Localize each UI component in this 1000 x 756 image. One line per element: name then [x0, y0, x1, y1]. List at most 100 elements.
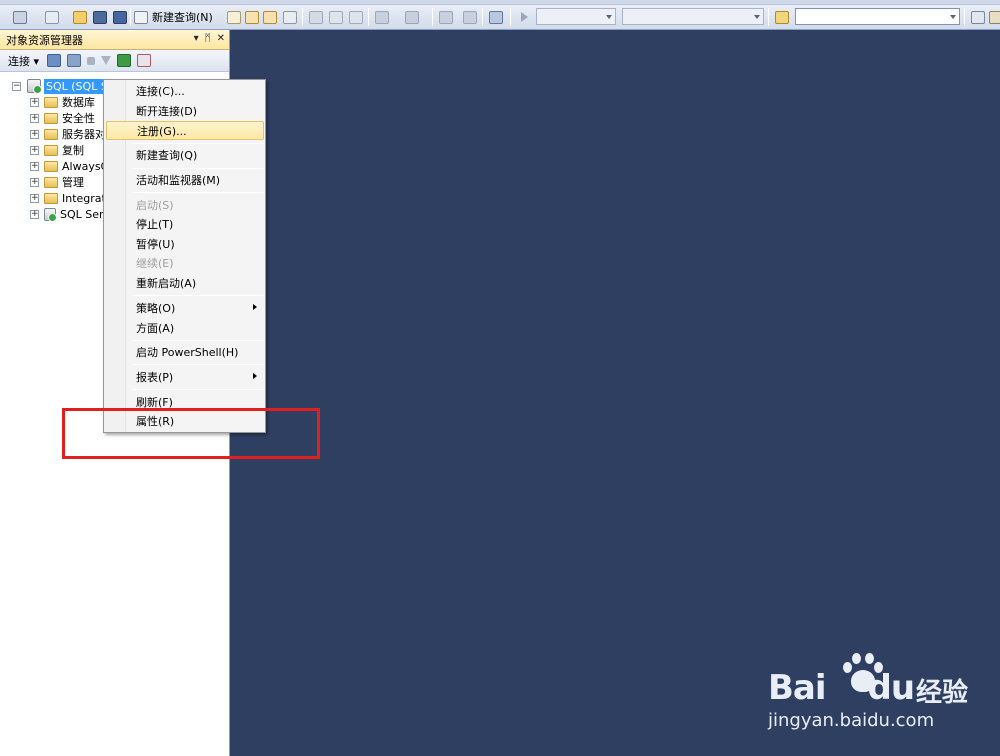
menu-item-connect[interactable]: 连接(C)...	[106, 81, 264, 100]
navigate-back-icon[interactable]	[438, 9, 454, 25]
tree-item-security[interactable]: + 安全性	[30, 110, 95, 126]
navigate-forward-icon[interactable]	[462, 9, 478, 25]
expand-icon[interactable]: +	[30, 129, 39, 139]
menu-item-label: 启动 PowerShell(H)	[136, 345, 239, 359]
start-debugging-icon[interactable]	[516, 9, 532, 25]
menu-item-label: 注册(G)...	[137, 124, 187, 138]
save-icon[interactable]	[92, 9, 108, 25]
registered-servers-icon[interactable]	[970, 9, 986, 25]
window-position-dropdown-icon[interactable]: ▾	[194, 33, 199, 44]
menu-item-policies[interactable]: 策略(O)	[106, 298, 264, 317]
menu-item-start-powershell[interactable]: 启动 PowerShell(H)	[106, 342, 264, 361]
object-explorer-details-icon[interactable]	[137, 54, 152, 67]
expand-icon[interactable]: +	[30, 97, 39, 107]
menu-item-label: 停止(T)	[136, 217, 174, 231]
menu-item-pause[interactable]: 暂停(U)	[106, 234, 264, 253]
close-icon[interactable]: ✕	[217, 33, 225, 44]
expand-icon[interactable]: +	[30, 113, 39, 123]
main-toolbar: 新建查询(N)	[0, 0, 1000, 30]
menu-item-disconnect[interactable]: 断开连接(D)	[106, 101, 264, 120]
new-project-icon[interactable]	[12, 9, 28, 25]
menu-separator	[132, 168, 264, 169]
filter-icon[interactable]	[101, 56, 112, 65]
menu-item-reports[interactable]: 报表(P)	[106, 367, 264, 386]
tree-item-label: 数据库	[62, 96, 95, 109]
expand-icon[interactable]: +	[30, 145, 39, 155]
undo-icon[interactable]	[374, 9, 390, 25]
db-engine-query-icon[interactable]	[226, 9, 242, 25]
object-explorer-icon[interactable]	[988, 9, 1000, 25]
tree-item-sql-server-agent[interactable]: + SQL Ser	[30, 206, 104, 222]
find-input[interactable]	[795, 8, 960, 25]
copy-icon[interactable]	[328, 9, 344, 25]
menu-separator	[132, 192, 264, 193]
highlight-annotation-box	[62, 408, 320, 459]
add-item-icon[interactable]	[44, 9, 60, 25]
menu-item-restart[interactable]: 重新启动(A)	[106, 273, 264, 292]
cut-icon[interactable]	[308, 9, 324, 25]
connect-object-explorer-icon[interactable]	[47, 54, 62, 67]
folder-icon	[44, 160, 58, 172]
chevron-down-icon	[606, 15, 612, 19]
watermark-brand: Bai du	[768, 668, 915, 708]
activity-monitor-icon[interactable]	[488, 9, 504, 25]
tree-item-alwayson[interactable]: + AlwaysO	[30, 158, 109, 174]
tree-item-label: SQL Ser	[60, 207, 104, 221]
menu-item-facets[interactable]: 方面(A)	[106, 318, 264, 337]
menu-item-resume: 继续(E)	[106, 253, 264, 272]
folder-icon	[44, 176, 58, 188]
menu-separator	[132, 389, 264, 390]
disconnect-icon[interactable]	[67, 54, 82, 67]
new-query-icon	[134, 10, 148, 24]
menu-separator	[132, 340, 264, 341]
solution-platform-select[interactable]	[622, 8, 764, 25]
paste-icon[interactable]	[348, 9, 364, 25]
folder-icon	[44, 96, 58, 108]
chevron-down-icon	[754, 15, 760, 19]
folder-icon	[44, 144, 58, 156]
tree-item-label: Integrat	[62, 191, 106, 205]
tree-item-server-objects[interactable]: + 服务器对	[30, 126, 106, 142]
tree-item-integration-services[interactable]: + Integrat	[30, 190, 106, 206]
tree-item-replication[interactable]: + 复制	[30, 142, 84, 158]
tree-root-server[interactable]: − SQL (SQL S	[12, 78, 110, 94]
mdx-query-icon[interactable]	[262, 9, 278, 25]
toolbar-separator	[130, 8, 131, 26]
tree-item-databases[interactable]: + 数据库	[30, 94, 95, 110]
watermark-brand-cn: 经验	[916, 678, 969, 708]
menu-separator	[132, 295, 264, 296]
menu-item-label: 报表(P)	[136, 370, 174, 384]
menu-separator	[132, 143, 264, 144]
menu-item-register[interactable]: 注册(G)...	[106, 121, 264, 140]
auto-hide-pin-icon[interactable]: ᛗ	[205, 33, 211, 44]
menu-item-new-query[interactable]: 新建查询(Q)	[106, 145, 264, 164]
tree-item-label: 复制	[62, 144, 84, 157]
find-in-files-icon[interactable]	[774, 9, 790, 25]
open-file-icon[interactable]	[72, 9, 88, 25]
chevron-down-icon	[950, 15, 956, 19]
expand-icon[interactable]: +	[30, 193, 39, 203]
new-query-button[interactable]: 新建查询(N)	[134, 8, 213, 26]
connect-dropdown-button[interactable]: 连接 ▾	[8, 53, 39, 69]
menu-item-activity-monitor[interactable]: 活动和监视器(M)	[106, 170, 264, 189]
menu-item-label: 新建查询(Q)	[136, 148, 198, 162]
sql-agent-icon	[44, 207, 57, 222]
save-all-icon[interactable]	[112, 9, 128, 25]
refresh-icon[interactable]	[117, 54, 132, 67]
expand-icon[interactable]: +	[30, 209, 39, 219]
xmla-query-icon[interactable]	[282, 9, 298, 25]
expand-icon[interactable]: +	[30, 177, 39, 187]
tree-item-label: 安全性	[62, 112, 95, 125]
stop-icon[interactable]	[87, 56, 96, 65]
toolbar-separator	[510, 8, 511, 26]
tree-item-management[interactable]: + 管理	[30, 174, 84, 190]
menu-item-stop[interactable]: 停止(T)	[106, 214, 264, 233]
expand-icon[interactable]: +	[30, 161, 39, 171]
solution-configuration-select[interactable]	[536, 8, 616, 25]
folder-icon	[44, 128, 58, 140]
analysis-query-icon[interactable]	[244, 9, 260, 25]
redo-icon[interactable]	[404, 9, 420, 25]
collapse-icon[interactable]: −	[12, 81, 21, 91]
menu-item-label: 启动(S)	[136, 198, 174, 212]
panel-title-bar: 对象资源管理器 ▾ ᛗ ✕	[0, 30, 229, 50]
